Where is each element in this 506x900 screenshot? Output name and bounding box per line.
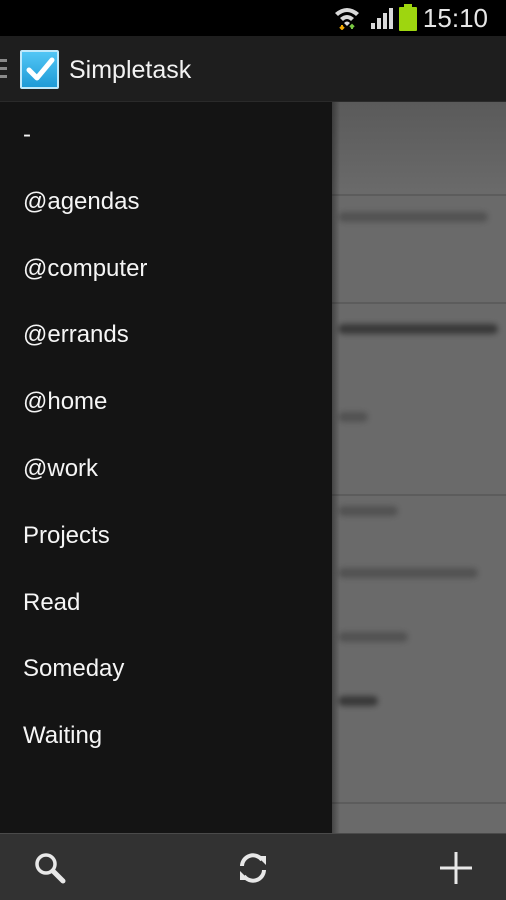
drawer-item-waiting[interactable]: Waiting [0, 703, 332, 770]
action-bar: Simpletask [0, 36, 506, 102]
battery-icon [398, 4, 418, 37]
app-screen: 15:10 Simpletask - @agendas @computer @e… [0, 0, 506, 900]
list-header-shade [332, 102, 506, 192]
checkbox-icon[interactable] [20, 50, 59, 89]
drawer-item-computer[interactable]: @computer [0, 236, 332, 303]
list-divider [332, 302, 506, 304]
drawer-list: - @agendas @computer @errands @home @wor… [0, 102, 332, 770]
blurred-task-text [338, 412, 368, 422]
drawer-item-home[interactable]: @home [0, 369, 332, 436]
signal-icon [370, 6, 394, 35]
drawer-item-agendas[interactable]: @agendas [0, 169, 332, 236]
drawer-item-work[interactable]: @work [0, 436, 332, 503]
drawer-item-dash[interactable]: - [0, 102, 332, 169]
drawer-indicator-icon[interactable] [0, 58, 8, 85]
add-icon [440, 851, 472, 884]
bottom-action-bar [0, 833, 506, 900]
app-title[interactable]: Simpletask [69, 54, 191, 86]
blurred-task-text [338, 568, 478, 578]
drawer-item-someday[interactable]: Someday [0, 636, 332, 703]
wifi-icon [333, 4, 361, 35]
list-divider [332, 494, 506, 496]
list-divider [332, 802, 506, 804]
blurred-task-text [338, 632, 408, 642]
search-button[interactable] [0, 834, 100, 900]
list-divider [332, 194, 506, 196]
blurred-task-text [338, 696, 378, 706]
status-bar: 15:10 [0, 0, 506, 36]
navigation-drawer: - @agendas @computer @errands @home @wor… [0, 102, 332, 833]
blurred-task-text [338, 212, 488, 222]
drawer-item-errands[interactable]: @errands [0, 302, 332, 369]
blurred-task-text [338, 506, 398, 516]
search-icon [35, 852, 66, 883]
drawer-shadow [332, 102, 340, 833]
blurred-task-text [338, 324, 498, 334]
drawer-item-projects[interactable]: Projects [0, 503, 332, 570]
drawer-item-read[interactable]: Read [0, 570, 332, 637]
add-button[interactable] [406, 834, 506, 900]
sync-button[interactable] [203, 834, 303, 900]
status-time: 15:10 [422, 3, 488, 33]
task-list-background [332, 102, 506, 833]
sync-icon [240, 852, 266, 883]
